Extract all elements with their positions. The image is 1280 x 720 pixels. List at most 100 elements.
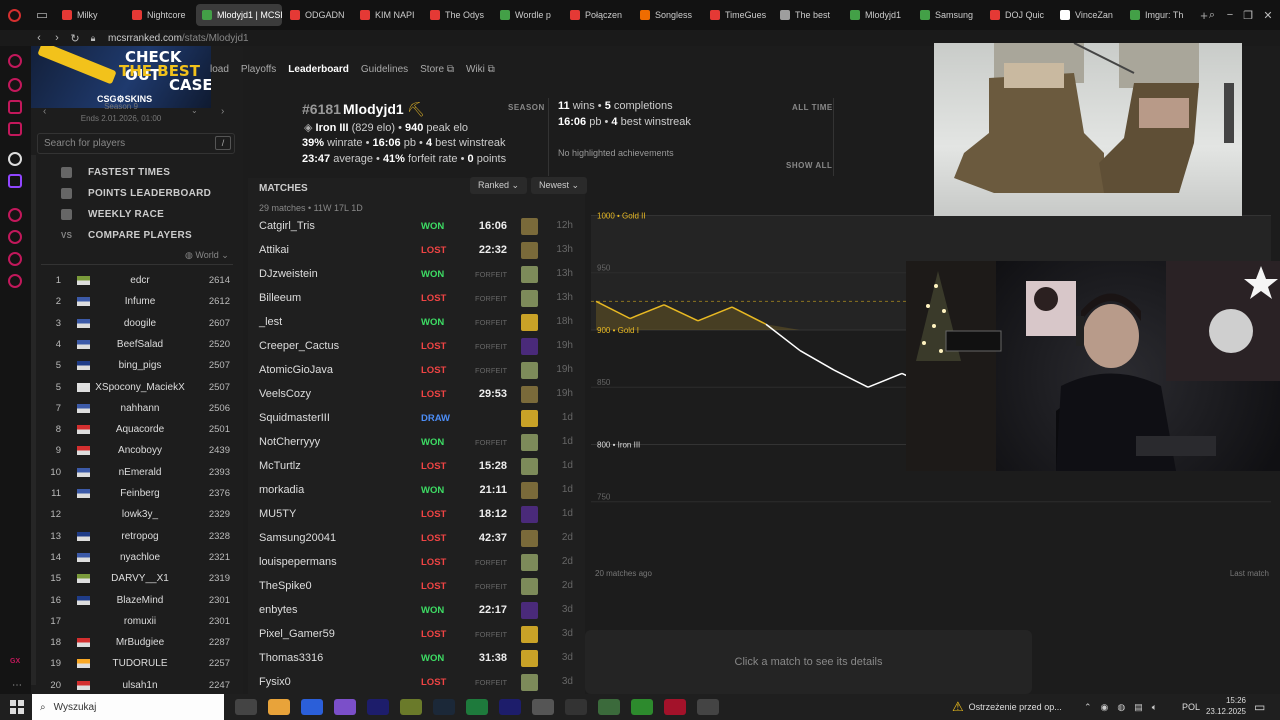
match-row[interactable]: _lest WON FORFEIT 18h [259, 311, 579, 335]
opera-gx-icon[interactable] [664, 699, 686, 715]
browser-tab[interactable]: Nightcore [126, 4, 194, 26]
leaderboard-row[interactable]: 16 BlazeMind 2301 [41, 590, 231, 611]
match-row[interactable]: MU5TY LOST 18:12 1d [259, 503, 579, 527]
browser-tab[interactable]: Milky [56, 4, 124, 26]
match-row[interactable]: Pixel_Gamer59 LOST FORFEIT 3d [259, 623, 579, 647]
browser-tab[interactable]: Mlodyjd1 | MCSR [196, 4, 282, 26]
leaderboard-row[interactable]: 8 Aquacorde 2501 [41, 419, 231, 440]
match-row[interactable]: McTurtlz LOST 15:28 1d [259, 455, 579, 479]
leaderboard-row[interactable]: 10 nEmerald 2393 [41, 462, 231, 483]
match-row[interactable]: AtomicGioJava LOST FORFEIT 19h [259, 359, 579, 383]
obs-icon[interactable] [565, 699, 587, 715]
match-row[interactable]: Thomas3316 WON 31:38 3d [259, 647, 579, 671]
match-row[interactable]: morkadia WON 21:11 1d [259, 479, 579, 503]
browser-tab[interactable]: Połączen [564, 4, 632, 26]
history-icon[interactable] [8, 230, 22, 244]
site-nav-link[interactable]: load [210, 64, 229, 80]
taskbar-search[interactable]: ⌕ Wyszukaj [32, 694, 224, 720]
match-row[interactable]: VeelsCozy LOST 29:53 19h [259, 383, 579, 407]
leaderboard-scrollbar[interactable] [31, 155, 36, 685]
advertisement-banner[interactable]: CHECK OUT THE BEST CASE CSG⚙SKINS [31, 46, 211, 108]
steam-icon[interactable] [433, 699, 455, 715]
player-icon[interactable] [8, 208, 22, 222]
match-row[interactable]: Fysix0 LOST FORFEIT 3d [259, 671, 579, 695]
task-view-icon[interactable] [235, 699, 257, 715]
menu-fastest-times[interactable]: FASTEST TIMES [61, 164, 170, 180]
site-nav-link[interactable]: Store ⧉ [420, 64, 454, 80]
menu-compare-players[interactable]: VS COMPARE PLAYERS [61, 227, 192, 243]
notification-warning[interactable]: ⚠ Ostrzeżenie przed op... [952, 694, 1062, 720]
leaderboard-row[interactable]: 1 edcr 2614 [41, 270, 231, 291]
prism-launcher-icon[interactable] [598, 699, 620, 715]
browser-tab[interactable]: ODGADN [284, 4, 352, 26]
gx-icon[interactable]: GX [10, 658, 20, 665]
extensions-icon[interactable] [8, 252, 22, 266]
tiktok-icon[interactable] [8, 152, 22, 166]
excel-icon[interactable] [466, 699, 488, 715]
tray-chevron-icon[interactable]: ⌃ [1084, 702, 1092, 713]
browser-tab[interactable]: Mlodyjd1 [844, 4, 912, 26]
menu-weekly-race[interactable]: WEEKLY RACE [61, 206, 164, 222]
game-icon[interactable] [631, 699, 653, 715]
tray-app-icon[interactable]: ◉ [1101, 702, 1109, 713]
twitch-icon[interactable] [8, 174, 22, 188]
flow-icon[interactable] [8, 78, 22, 92]
forward-button[interactable]: › [48, 32, 66, 44]
minecraft-icon[interactable] [400, 699, 422, 715]
ai-assistant-icon[interactable] [8, 54, 22, 68]
browser-tab[interactable]: Wordle p [494, 4, 562, 26]
leaderboard-row[interactable]: 7 nahhann 2506 [41, 398, 231, 419]
match-row[interactable]: DJzweistein WON FORFEIT 13h [259, 263, 579, 287]
match-type-dropdown[interactable]: Ranked ⌄ [470, 177, 528, 194]
browser-tab[interactable]: VinceZan [1054, 4, 1122, 26]
tab-islands-icon[interactable]: ▭ [28, 0, 56, 30]
match-row[interactable]: Samsung20041 LOST 42:37 2d [259, 527, 579, 551]
match-row[interactable]: Catgirl_Tris WON 16:06 12h [259, 215, 579, 239]
browser-tab[interactable]: DOJ Quic [984, 4, 1052, 26]
browser-tab[interactable]: TimeGues [704, 4, 772, 26]
gmail-icon[interactable] [8, 122, 22, 136]
leaderboard-row[interactable]: 5 XSpocony_MaciekX 2507 [41, 377, 231, 398]
browser-tab[interactable]: Samsung [914, 4, 982, 26]
reload-button[interactable]: ↻ [66, 32, 84, 45]
speaker-icon[interactable]: 🔈︎ [1152, 702, 1157, 713]
match-row[interactable]: enbytes WON 22:17 3d [259, 599, 579, 623]
leaderboard-row[interactable]: 13 retropog 2328 [41, 526, 231, 547]
leaderboard-row[interactable]: 12 lowk3y_ 2329 [41, 504, 231, 525]
site-nav-link[interactable]: Playoffs [241, 64, 276, 80]
match-row[interactable]: Attikai LOST 22:32 13h [259, 239, 579, 263]
close-window-button[interactable]: ✕ [1256, 0, 1280, 30]
windows-start-icon[interactable] [10, 700, 24, 714]
language-indicator[interactable]: POL [1182, 694, 1200, 720]
site-nav-link[interactable]: Guidelines [361, 64, 408, 80]
show-all-button[interactable]: SHOW ALL [786, 161, 832, 170]
match-row[interactable]: louispepermans LOST FORFEIT 2d [259, 551, 579, 575]
settings-app-icon[interactable] [532, 699, 554, 715]
browser-tab[interactable]: The best [774, 4, 842, 26]
browser-tab[interactable]: The Odys [424, 4, 492, 26]
browser-tab[interactable]: Imgur: Th [1124, 4, 1192, 26]
match-row[interactable]: Creeper_Cactus LOST FORFEIT 19h [259, 335, 579, 359]
browser-tab[interactable]: KIM NAPI [354, 4, 422, 26]
leaderboard-row[interactable]: 17 romuxii 2301 [41, 611, 231, 632]
player-search-input[interactable]: Search for players / [37, 133, 235, 154]
app-icon[interactable] [334, 699, 356, 715]
system-tray[interactable]: ⌃ ◉ ◍ ▤ 🔈︎ [1084, 694, 1157, 720]
notifications-icon[interactable]: ▭ [1254, 694, 1265, 720]
network-icon[interactable]: ▤ [1134, 702, 1143, 713]
file-explorer-icon[interactable] [268, 699, 290, 715]
tray-app-icon[interactable]: ◍ [1117, 702, 1125, 713]
back-button[interactable]: ‹ [30, 32, 48, 44]
menu-points-leaderboard[interactable]: POINTS LEADERBOARD [61, 185, 211, 201]
premiere-icon[interactable] [499, 699, 521, 715]
sort-dropdown[interactable]: Newest ⌄ [531, 177, 588, 194]
leaderboard-row[interactable]: 3 doogile 2607 [41, 313, 231, 334]
messenger-icon[interactable] [8, 100, 22, 114]
opera-logo-icon[interactable] [0, 0, 28, 30]
site-nav-link[interactable]: Leaderboard [288, 64, 349, 80]
leaderboard-row[interactable]: 14 nyachloe 2321 [41, 547, 231, 568]
match-row[interactable]: TheSpike0 LOST FORFEIT 2d [259, 575, 579, 599]
site-nav-link[interactable]: Wiki ⧉ [466, 64, 495, 80]
leaderboard-row[interactable]: 19 TUDORULE 2257 [41, 653, 231, 674]
leaderboard-row[interactable]: 18 MrBudgiee 2287 [41, 632, 231, 653]
